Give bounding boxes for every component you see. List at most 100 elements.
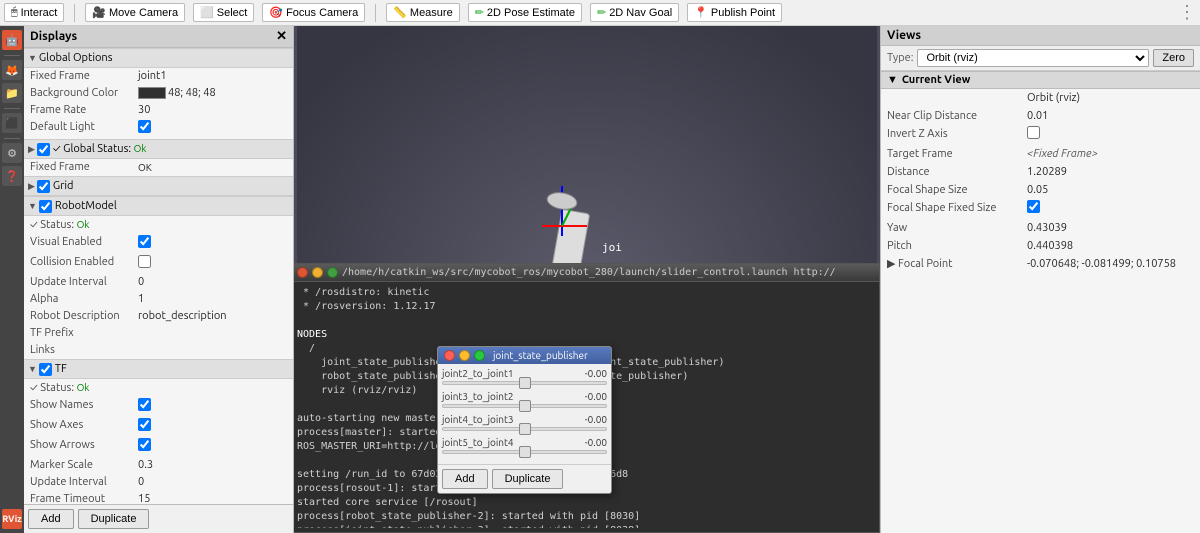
tf-prefix-value[interactable] bbox=[138, 326, 289, 341]
near-clip-value[interactable]: 0.01 bbox=[1027, 108, 1194, 124]
distance-value[interactable]: 1.20289 bbox=[1027, 164, 1194, 180]
joint4-slider-track[interactable] bbox=[442, 450, 607, 454]
robotmodel-checkbox[interactable] bbox=[39, 200, 52, 213]
sidebar-icon-terminal[interactable]: ⬛ bbox=[2, 113, 22, 133]
nav-goal-button[interactable]: ✏ 2D Nav Goal bbox=[590, 3, 679, 22]
joint2-slider-thumb[interactable] bbox=[519, 400, 531, 412]
fixed-frame-row: Fixed Frame joint1 bbox=[24, 68, 293, 85]
focal-shape-size-value[interactable]: 0.05 bbox=[1027, 182, 1194, 198]
collision-enabled-checkbox[interactable] bbox=[138, 255, 151, 268]
target-frame-row: Target Frame <Fixed Frame> bbox=[881, 145, 1200, 163]
show-axes-checkbox[interactable] bbox=[138, 418, 151, 431]
global-status-checkbox[interactable] bbox=[37, 143, 50, 156]
robot-desc-value[interactable]: robot_description bbox=[138, 309, 289, 324]
interact-button[interactable]: 🖱 Interact bbox=[4, 3, 64, 22]
pose-estimate-button[interactable]: ✏ 2D Pose Estimate bbox=[468, 3, 582, 22]
focal-shape-fixed-checkbox[interactable] bbox=[1027, 200, 1040, 213]
publish-point-button[interactable]: 📍 Publish Point bbox=[687, 3, 782, 22]
displays-content[interactable]: ▼ Global Options Fixed Frame joint1 Back… bbox=[24, 48, 293, 504]
sidebar-icon-settings[interactable]: ⚙ bbox=[2, 143, 22, 163]
tf-update-value[interactable]: 0 bbox=[138, 475, 289, 490]
tf-item[interactable]: ▼ TF bbox=[24, 359, 293, 379]
global-options-arrow[interactable]: ▼ bbox=[28, 50, 37, 66]
views-type-select[interactable]: Orbit (rviz) bbox=[917, 49, 1149, 67]
window-maximize-button[interactable] bbox=[474, 350, 485, 361]
views-zero-button[interactable]: Zero bbox=[1153, 49, 1194, 67]
add-display-button[interactable]: Add bbox=[28, 509, 74, 529]
global-options-item[interactable]: ▼ Global Options bbox=[24, 48, 293, 68]
sidebar-icon-rviz[interactable]: RViz bbox=[2, 509, 22, 529]
tf-checkbox[interactable] bbox=[39, 363, 52, 376]
current-view-header[interactable]: ▼ Current View bbox=[881, 71, 1200, 89]
focus-camera-button[interactable]: 🎯 Focus Camera bbox=[262, 3, 365, 22]
measure-icon: 📏 bbox=[393, 6, 407, 19]
target-frame-value[interactable]: <Fixed Frame> bbox=[1027, 146, 1194, 162]
joint4-value: -0.00 bbox=[585, 437, 607, 448]
joint2-slider-track[interactable] bbox=[442, 404, 607, 408]
background-color-value[interactable]: 48; 48; 48 bbox=[138, 86, 289, 101]
joint1-slider-thumb[interactable] bbox=[519, 377, 531, 389]
joint1-slider-track[interactable] bbox=[442, 381, 607, 385]
update-interval-row: Update Interval 0 bbox=[24, 274, 293, 291]
joint3-slider-thumb[interactable] bbox=[519, 423, 531, 435]
robotmodel-arrow[interactable]: ▼ bbox=[28, 198, 37, 214]
yaw-value[interactable]: 0.43039 bbox=[1027, 220, 1194, 236]
pitch-value[interactable]: 0.440398 bbox=[1027, 238, 1194, 254]
target-frame-label: Target Frame bbox=[887, 146, 1027, 162]
joint3-name: joint4_to_joint3 bbox=[442, 414, 514, 425]
nav-goal-icon: ✏ bbox=[597, 6, 606, 19]
focal-point-row: ▶ Focal Point -0.070648; -0.081499; 0.10… bbox=[881, 255, 1200, 273]
show-names-checkbox[interactable] bbox=[138, 398, 151, 411]
show-arrows-checkbox[interactable] bbox=[138, 438, 151, 451]
collision-enabled-row: Collision Enabled bbox=[24, 254, 293, 274]
term-min-button[interactable] bbox=[312, 267, 323, 278]
term-close-button[interactable] bbox=[297, 267, 308, 278]
visual-enabled-checkbox[interactable] bbox=[138, 235, 151, 248]
joint3-slider-track[interactable] bbox=[442, 427, 607, 431]
robotmodel-label: RobotModel bbox=[55, 198, 293, 214]
toolbar-overflow-icon[interactable]: ⋮ bbox=[1178, 2, 1196, 23]
grid-checkbox[interactable] bbox=[37, 180, 50, 193]
3d-viewport[interactable]: joint3_ nge joi joint4 joint5 bbox=[294, 26, 880, 533]
grid-item[interactable]: ▶ Grid bbox=[24, 176, 293, 196]
focal-point-value[interactable]: -0.070648; -0.081499; 0.10758 bbox=[1027, 256, 1194, 272]
frame-timeout-value[interactable]: 15 bbox=[138, 492, 289, 504]
window-close-button[interactable] bbox=[444, 350, 455, 361]
move-camera-button[interactable]: 🎥 Move Camera bbox=[85, 3, 185, 22]
collision-enabled-label: Collision Enabled bbox=[28, 255, 138, 273]
grid-arrow[interactable]: ▶ bbox=[28, 178, 35, 194]
default-light-checkbox[interactable] bbox=[138, 120, 151, 133]
fixed-frame-value[interactable]: joint1 bbox=[138, 69, 289, 84]
show-arrows-label: Show Arrows bbox=[28, 438, 138, 456]
marker-scale-value[interactable]: 0.3 bbox=[138, 458, 289, 473]
frame-rate-value[interactable]: 30 bbox=[138, 103, 289, 118]
joint2-value: -0.00 bbox=[585, 391, 607, 402]
default-light-row: Default Light bbox=[24, 119, 293, 139]
joint4-slider-thumb[interactable] bbox=[519, 446, 531, 458]
sidebar-icon-files[interactable]: 📁 bbox=[2, 83, 22, 103]
distance-label: Distance bbox=[887, 164, 1027, 180]
yaw-row: Yaw 0.43039 bbox=[881, 219, 1200, 237]
term-max-button[interactable] bbox=[327, 267, 338, 278]
measure-button[interactable]: 📏 Measure bbox=[386, 3, 460, 22]
invert-z-checkbox[interactable] bbox=[1027, 126, 1040, 139]
views-content: ▼ Current View Orbit (rviz) Near Clip Di… bbox=[881, 71, 1200, 533]
joint-duplicate-button[interactable]: Duplicate bbox=[492, 469, 564, 489]
sidebar-icon-robot[interactable]: 🤖 bbox=[2, 30, 22, 50]
invert-z-label: Invert Z Axis bbox=[887, 126, 1027, 144]
sidebar-icon-browser[interactable]: 🦊 bbox=[2, 60, 22, 80]
alpha-value[interactable]: 1 bbox=[138, 292, 289, 307]
update-interval-value[interactable]: 0 bbox=[138, 275, 289, 290]
window-minimize-button[interactable] bbox=[459, 350, 470, 361]
displays-close-icon[interactable]: ✕ bbox=[276, 29, 287, 44]
global-status-item[interactable]: ▶ ✓ Global Status: Ok bbox=[24, 139, 293, 159]
tf-prefix-label: TF Prefix bbox=[28, 326, 138, 341]
sidebar-icon-help[interactable]: ❓ bbox=[2, 166, 22, 186]
duplicate-display-button[interactable]: Duplicate bbox=[78, 509, 150, 529]
tf-arrow[interactable]: ▼ bbox=[28, 361, 37, 377]
select-button[interactable]: ⬜ Select bbox=[193, 3, 254, 22]
global-status-arrow[interactable]: ▶ bbox=[28, 141, 35, 157]
joint-add-button[interactable]: Add bbox=[442, 469, 488, 489]
background-color-label: Background Color bbox=[28, 86, 138, 101]
robotmodel-item[interactable]: ▼ RobotModel bbox=[24, 196, 293, 216]
